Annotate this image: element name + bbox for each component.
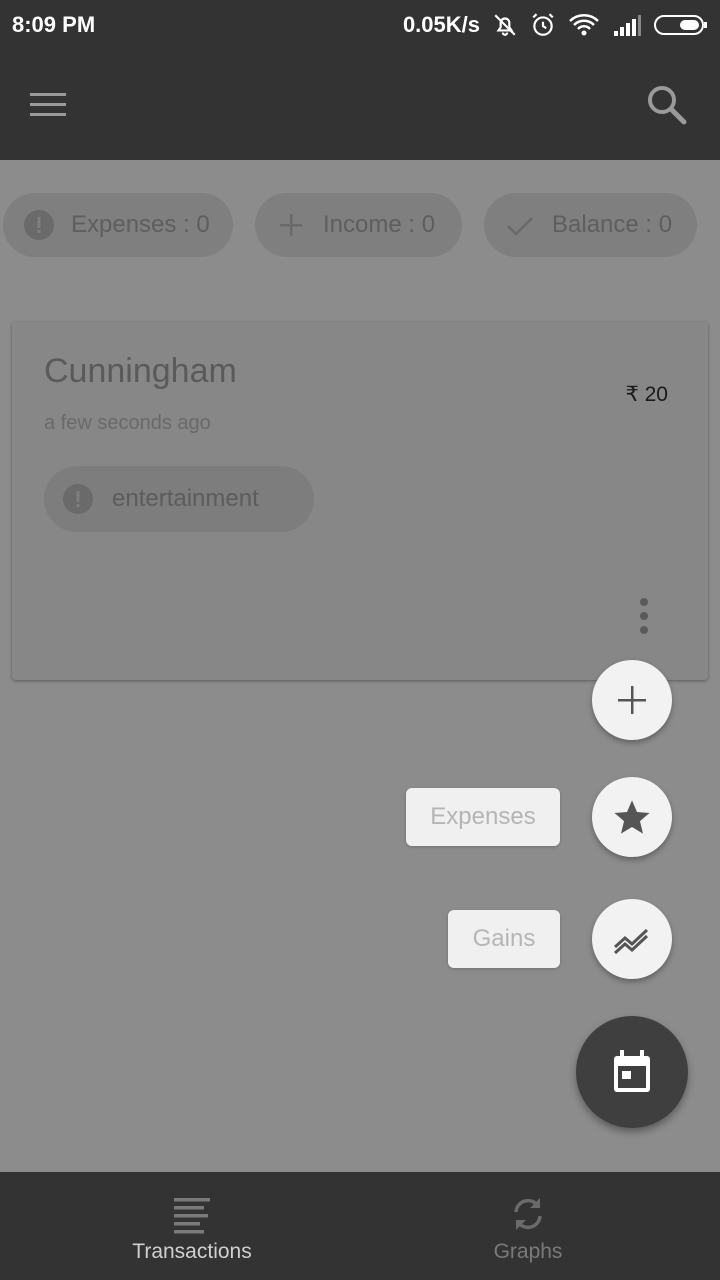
app-bar	[0, 50, 720, 160]
wifi-icon	[569, 14, 599, 36]
alarm-icon	[532, 13, 554, 36]
gains-fab-label[interactable]: Gains	[448, 910, 560, 968]
star-icon	[614, 800, 650, 834]
content-area: Expenses : 0 Income : 0 Balance : 0 Cunn…	[0, 160, 720, 1172]
gains-fab[interactable]	[592, 899, 672, 979]
nav-graphs-label: Graphs	[493, 1240, 563, 1263]
balance-summary-label: Balance : 0	[552, 211, 673, 238]
nav-transactions[interactable]: Transactions	[12, 1172, 372, 1280]
trending-icon	[613, 928, 649, 955]
plus-icon	[618, 686, 646, 714]
nav-transactions-label: Transactions	[132, 1240, 252, 1263]
status-time: 8:09 PM	[12, 12, 96, 37]
check-icon	[507, 217, 533, 236]
more-vert-icon[interactable]	[630, 596, 658, 636]
search-icon	[648, 86, 687, 125]
expenses-summary-label: Expenses : 0	[71, 211, 210, 238]
income-summary-chip[interactable]: Income : 0	[255, 193, 462, 257]
calendar-icon	[614, 1050, 650, 1092]
status-bar: 8:09 PM 0.05K/s	[0, 0, 720, 50]
sync-icon	[514, 1198, 542, 1230]
balance-summary-chip[interactable]: Balance : 0	[484, 193, 697, 257]
plus-icon	[280, 214, 302, 236]
expenses-summary-chip[interactable]: Expenses : 0	[3, 193, 233, 257]
expenses-fab-label[interactable]: Expenses	[406, 788, 560, 846]
status-icons: 0.05K/s	[403, 8, 708, 42]
category-chip[interactable]: entertainment	[44, 466, 314, 532]
transaction-amount: ₹ 20	[625, 383, 668, 406]
menu-button[interactable]	[28, 85, 84, 125]
menu-icon	[30, 93, 66, 116]
add-fab[interactable]	[592, 660, 672, 740]
nav-graphs[interactable]: Graphs	[348, 1172, 708, 1280]
alert-icon	[24, 210, 54, 240]
network-speed: 0.05K/s	[402, 12, 480, 37]
alert-icon	[63, 484, 93, 514]
expenses-fab[interactable]	[592, 777, 672, 857]
transaction-card[interactable]: Cunningham ₹ 20 a few seconds ago entert…	[12, 322, 708, 680]
calendar-fab[interactable]	[576, 1016, 688, 1128]
transaction-title: Cunningham	[44, 352, 237, 390]
income-summary-label: Income : 0	[323, 211, 436, 238]
category-label: entertainment	[112, 485, 259, 512]
battery-icon	[654, 15, 707, 35]
search-button[interactable]	[642, 80, 692, 130]
bell-muted-icon	[494, 14, 516, 36]
bottom-navigation: Transactions Graphs	[0, 1172, 720, 1280]
transaction-time: a few seconds ago	[44, 412, 211, 434]
signal-icon	[614, 15, 641, 36]
list-icon	[174, 1198, 210, 1234]
